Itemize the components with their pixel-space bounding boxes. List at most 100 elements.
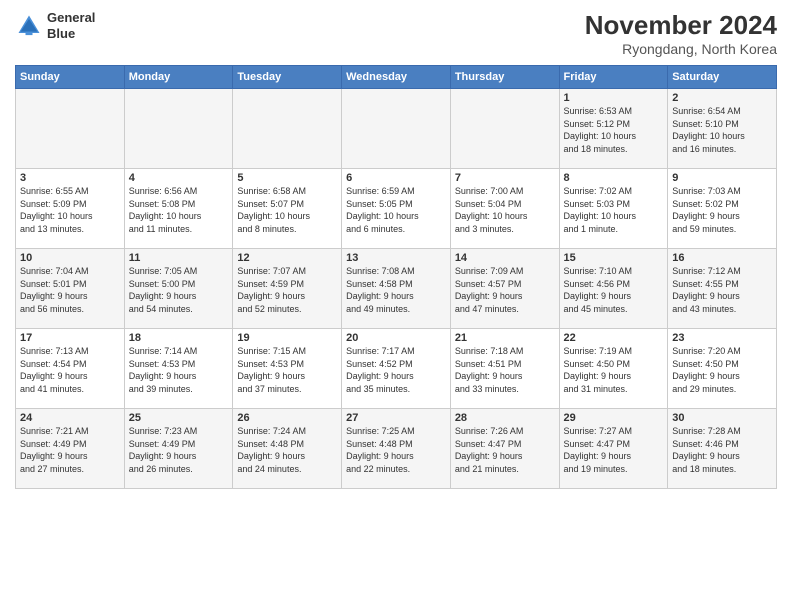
day-cell: 24Sunrise: 7:21 AM Sunset: 4:49 PM Dayli…: [16, 409, 125, 489]
day-cell: 13Sunrise: 7:08 AM Sunset: 4:58 PM Dayli…: [342, 249, 451, 329]
day-info: Sunrise: 7:27 AM Sunset: 4:47 PM Dayligh…: [564, 425, 664, 475]
day-cell: [342, 89, 451, 169]
day-cell: [450, 89, 559, 169]
day-number: 15: [564, 252, 664, 264]
header-cell-tuesday: Tuesday: [233, 66, 342, 89]
day-cell: 3Sunrise: 6:55 AM Sunset: 5:09 PM Daylig…: [16, 169, 125, 249]
day-number: 12: [237, 252, 337, 264]
day-cell: 29Sunrise: 7:27 AM Sunset: 4:47 PM Dayli…: [559, 409, 668, 489]
header-cell-thursday: Thursday: [450, 66, 559, 89]
day-info: Sunrise: 7:19 AM Sunset: 4:50 PM Dayligh…: [564, 345, 664, 395]
day-cell: 6Sunrise: 6:59 AM Sunset: 5:05 PM Daylig…: [342, 169, 451, 249]
day-number: 16: [672, 252, 772, 264]
day-number: 4: [129, 172, 229, 184]
day-info: Sunrise: 6:55 AM Sunset: 5:09 PM Dayligh…: [20, 185, 120, 235]
day-cell: 9Sunrise: 7:03 AM Sunset: 5:02 PM Daylig…: [668, 169, 777, 249]
day-cell: 5Sunrise: 6:58 AM Sunset: 5:07 PM Daylig…: [233, 169, 342, 249]
day-info: Sunrise: 7:05 AM Sunset: 5:00 PM Dayligh…: [129, 265, 229, 315]
day-cell: 15Sunrise: 7:10 AM Sunset: 4:56 PM Dayli…: [559, 249, 668, 329]
page: General Blue November 2024 Ryongdang, No…: [0, 0, 792, 612]
day-number: 1: [564, 92, 664, 104]
day-cell: 23Sunrise: 7:20 AM Sunset: 4:50 PM Dayli…: [668, 329, 777, 409]
header-cell-sunday: Sunday: [16, 66, 125, 89]
day-cell: 27Sunrise: 7:25 AM Sunset: 4:48 PM Dayli…: [342, 409, 451, 489]
day-number: 21: [455, 332, 555, 344]
day-cell: 7Sunrise: 7:00 AM Sunset: 5:04 PM Daylig…: [450, 169, 559, 249]
day-info: Sunrise: 7:12 AM Sunset: 4:55 PM Dayligh…: [672, 265, 772, 315]
day-info: Sunrise: 7:07 AM Sunset: 4:59 PM Dayligh…: [237, 265, 337, 315]
day-number: 5: [237, 172, 337, 184]
day-number: 20: [346, 332, 446, 344]
day-cell: 17Sunrise: 7:13 AM Sunset: 4:54 PM Dayli…: [16, 329, 125, 409]
logo-text: General Blue: [47, 10, 95, 41]
day-number: 24: [20, 412, 120, 424]
day-info: Sunrise: 7:28 AM Sunset: 4:46 PM Dayligh…: [672, 425, 772, 475]
day-number: 11: [129, 252, 229, 264]
header-cell-wednesday: Wednesday: [342, 66, 451, 89]
day-info: Sunrise: 7:17 AM Sunset: 4:52 PM Dayligh…: [346, 345, 446, 395]
day-cell: 19Sunrise: 7:15 AM Sunset: 4:53 PM Dayli…: [233, 329, 342, 409]
header: General Blue November 2024 Ryongdang, No…: [15, 10, 777, 57]
day-cell: 28Sunrise: 7:26 AM Sunset: 4:47 PM Dayli…: [450, 409, 559, 489]
day-number: 10: [20, 252, 120, 264]
day-number: 17: [20, 332, 120, 344]
day-info: Sunrise: 6:54 AM Sunset: 5:10 PM Dayligh…: [672, 105, 772, 155]
day-number: 29: [564, 412, 664, 424]
day-cell: 11Sunrise: 7:05 AM Sunset: 5:00 PM Dayli…: [124, 249, 233, 329]
day-number: 22: [564, 332, 664, 344]
day-info: Sunrise: 7:24 AM Sunset: 4:48 PM Dayligh…: [237, 425, 337, 475]
day-number: 30: [672, 412, 772, 424]
week-row-2: 10Sunrise: 7:04 AM Sunset: 5:01 PM Dayli…: [16, 249, 777, 329]
day-number: 27: [346, 412, 446, 424]
day-info: Sunrise: 7:20 AM Sunset: 4:50 PM Dayligh…: [672, 345, 772, 395]
header-cell-monday: Monday: [124, 66, 233, 89]
day-info: Sunrise: 6:59 AM Sunset: 5:05 PM Dayligh…: [346, 185, 446, 235]
day-number: 18: [129, 332, 229, 344]
day-cell: 30Sunrise: 7:28 AM Sunset: 4:46 PM Dayli…: [668, 409, 777, 489]
main-title: November 2024: [585, 10, 777, 41]
calendar-table: SundayMondayTuesdayWednesdayThursdayFrid…: [15, 65, 777, 489]
week-row-1: 3Sunrise: 6:55 AM Sunset: 5:09 PM Daylig…: [16, 169, 777, 249]
day-info: Sunrise: 6:58 AM Sunset: 5:07 PM Dayligh…: [237, 185, 337, 235]
subtitle: Ryongdang, North Korea: [585, 41, 777, 57]
header-cell-saturday: Saturday: [668, 66, 777, 89]
day-number: 23: [672, 332, 772, 344]
logo-icon: [15, 12, 43, 40]
header-row: SundayMondayTuesdayWednesdayThursdayFrid…: [16, 66, 777, 89]
day-cell: 25Sunrise: 7:23 AM Sunset: 4:49 PM Dayli…: [124, 409, 233, 489]
day-cell: 1Sunrise: 6:53 AM Sunset: 5:12 PM Daylig…: [559, 89, 668, 169]
week-row-3: 17Sunrise: 7:13 AM Sunset: 4:54 PM Dayli…: [16, 329, 777, 409]
day-info: Sunrise: 7:21 AM Sunset: 4:49 PM Dayligh…: [20, 425, 120, 475]
day-number: 7: [455, 172, 555, 184]
day-info: Sunrise: 7:10 AM Sunset: 4:56 PM Dayligh…: [564, 265, 664, 315]
day-cell: 18Sunrise: 7:14 AM Sunset: 4:53 PM Dayli…: [124, 329, 233, 409]
logo: General Blue: [15, 10, 95, 41]
day-number: 26: [237, 412, 337, 424]
day-number: 8: [564, 172, 664, 184]
day-info: Sunrise: 7:18 AM Sunset: 4:51 PM Dayligh…: [455, 345, 555, 395]
day-info: Sunrise: 7:14 AM Sunset: 4:53 PM Dayligh…: [129, 345, 229, 395]
day-cell: 26Sunrise: 7:24 AM Sunset: 4:48 PM Dayli…: [233, 409, 342, 489]
header-cell-friday: Friday: [559, 66, 668, 89]
day-cell: 2Sunrise: 6:54 AM Sunset: 5:10 PM Daylig…: [668, 89, 777, 169]
day-cell: 4Sunrise: 6:56 AM Sunset: 5:08 PM Daylig…: [124, 169, 233, 249]
day-info: Sunrise: 7:13 AM Sunset: 4:54 PM Dayligh…: [20, 345, 120, 395]
day-cell: [16, 89, 125, 169]
day-number: 3: [20, 172, 120, 184]
day-info: Sunrise: 6:56 AM Sunset: 5:08 PM Dayligh…: [129, 185, 229, 235]
day-info: Sunrise: 7:15 AM Sunset: 4:53 PM Dayligh…: [237, 345, 337, 395]
day-cell: 16Sunrise: 7:12 AM Sunset: 4:55 PM Dayli…: [668, 249, 777, 329]
day-info: Sunrise: 7:00 AM Sunset: 5:04 PM Dayligh…: [455, 185, 555, 235]
day-info: Sunrise: 7:02 AM Sunset: 5:03 PM Dayligh…: [564, 185, 664, 235]
week-row-0: 1Sunrise: 6:53 AM Sunset: 5:12 PM Daylig…: [16, 89, 777, 169]
day-info: Sunrise: 7:03 AM Sunset: 5:02 PM Dayligh…: [672, 185, 772, 235]
day-number: 13: [346, 252, 446, 264]
day-info: Sunrise: 7:09 AM Sunset: 4:57 PM Dayligh…: [455, 265, 555, 315]
day-cell: 21Sunrise: 7:18 AM Sunset: 4:51 PM Dayli…: [450, 329, 559, 409]
day-number: 2: [672, 92, 772, 104]
day-info: Sunrise: 7:23 AM Sunset: 4:49 PM Dayligh…: [129, 425, 229, 475]
day-number: 14: [455, 252, 555, 264]
day-cell: 8Sunrise: 7:02 AM Sunset: 5:03 PM Daylig…: [559, 169, 668, 249]
day-number: 6: [346, 172, 446, 184]
day-info: Sunrise: 6:53 AM Sunset: 5:12 PM Dayligh…: [564, 105, 664, 155]
